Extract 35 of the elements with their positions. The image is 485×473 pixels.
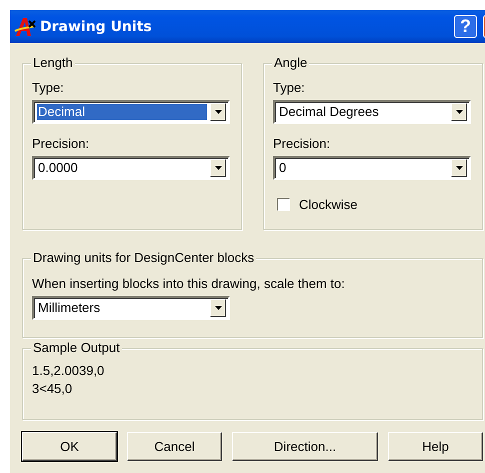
dropdown-arrow-icon[interactable] — [214, 166, 222, 170]
dropdown-arrow-icon[interactable] — [214, 110, 222, 114]
checkbox[interactable] — [277, 198, 290, 211]
group-title: Drawing units for DesignCenter blocks — [31, 250, 256, 266]
group-title: Sample Output — [31, 340, 122, 356]
help-button[interactable]: ? — [454, 15, 477, 38]
dropdown-value: 0 — [278, 160, 288, 176]
dropdown-value: Decimal Degrees — [278, 104, 380, 120]
field-label: Precision: — [32, 136, 90, 152]
dialog-button[interactable]: Direction... — [232, 432, 378, 461]
checkbox-label: Clockwise — [299, 197, 358, 212]
dropdown[interactable]: Decimal Degrees — [273, 100, 471, 124]
dropdown[interactable]: Decimal — [32, 100, 230, 124]
dialog-button[interactable]: Help — [388, 432, 483, 461]
field-label: Precision: — [273, 136, 330, 152]
dropdown-arrow-icon[interactable] — [456, 166, 462, 170]
logo-icon — [14, 16, 36, 36]
group-title: Length — [31, 55, 75, 71]
field-label: Type: — [273, 80, 305, 96]
window-title: Drawing Units — [40, 18, 153, 34]
dropdown[interactable]: 0 — [273, 156, 471, 180]
dropdown-value: 0.0000 — [37, 160, 79, 176]
field-label: Type: — [32, 80, 64, 96]
dropdown-arrow-icon[interactable] — [214, 306, 222, 310]
field-label: When inserting blocks into this drawing, scale them to: — [32, 276, 345, 292]
group-title: Angle — [272, 55, 310, 71]
dropdown-value: Millimeters — [37, 300, 102, 316]
sample-text: 1.5,2.0039,0 — [32, 362, 104, 380]
dropdown-value: Decimal — [37, 104, 207, 120]
sample-text: 3<45,0 — [32, 380, 72, 398]
dropdown[interactable]: 0.0000 — [32, 156, 230, 180]
dialog-button[interactable]: OK — [22, 432, 117, 461]
dropdown-arrow-icon[interactable] — [456, 110, 462, 114]
dropdown[interactable]: Millimeters — [32, 296, 230, 320]
dialog-button[interactable]: Cancel — [127, 432, 222, 461]
